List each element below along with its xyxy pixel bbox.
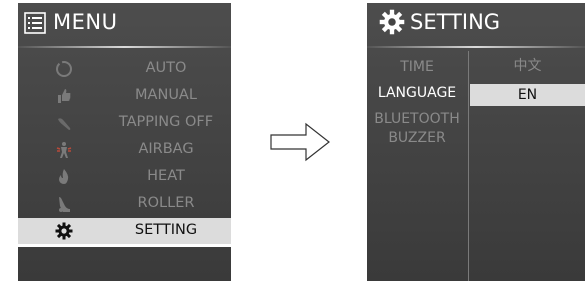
gear-icon	[379, 9, 405, 35]
right-arrow-icon	[270, 122, 330, 162]
menu-header: MENU	[18, 3, 231, 45]
menu-item-label: HEAT	[147, 168, 185, 184]
menu-item-tapping-off[interactable]: TAPPING OFF	[18, 110, 231, 136]
menu-item-label: TAPPING OFF	[118, 114, 214, 130]
menu-item-label: SETTING	[134, 222, 198, 238]
menu-item-label: AIRBAG	[138, 141, 194, 157]
airbag-icon	[56, 142, 72, 158]
menu-title: MENU	[53, 10, 118, 34]
gear-icon	[55, 222, 73, 240]
menu-item-roller[interactable]: ROLLER	[18, 191, 231, 217]
menu-item-airbag[interactable]: AIRBAG	[18, 137, 231, 163]
menu-item-label: ROLLER	[137, 195, 195, 211]
setting-item-language[interactable]: LANGUAGE	[367, 85, 467, 101]
menu-item-heat[interactable]: HEAT	[18, 164, 231, 190]
menu-list-icon	[24, 12, 46, 34]
language-option-chinese[interactable]: 中文	[470, 55, 585, 77]
menu-item-manual[interactable]: MANUAL	[18, 83, 231, 109]
setting-item-bluetooth[interactable]: BLUETOOTH	[367, 111, 467, 127]
flame-icon	[59, 169, 69, 184]
setting-item-buzzer[interactable]: BUZZER	[367, 130, 467, 146]
column-divider	[468, 51, 469, 281]
menu-item-label: MANUAL	[135, 87, 197, 103]
menu-divider	[18, 46, 231, 48]
menu-panel: MENU AUTO MANUAL TAPPING OFF AIRBAG HEAT…	[18, 3, 231, 281]
hand-icon	[58, 89, 71, 103]
menu-item-auto[interactable]: AUTO	[18, 56, 231, 82]
setting-title: SETTING	[410, 10, 501, 34]
language-option-en[interactable]: EN	[470, 84, 585, 106]
setting-item-time[interactable]: TIME	[367, 59, 467, 75]
menu-item-label: AUTO	[145, 60, 187, 76]
auto-cycle-icon	[56, 61, 72, 77]
tapping-icon	[58, 118, 71, 130]
roller-icon	[59, 197, 70, 212]
setting-divider	[367, 46, 585, 48]
menu-item-setting[interactable]: SETTING	[18, 218, 231, 247]
setting-panel: SETTING TIME LANGUAGE BLUETOOTH BUZZER 中…	[367, 3, 585, 281]
